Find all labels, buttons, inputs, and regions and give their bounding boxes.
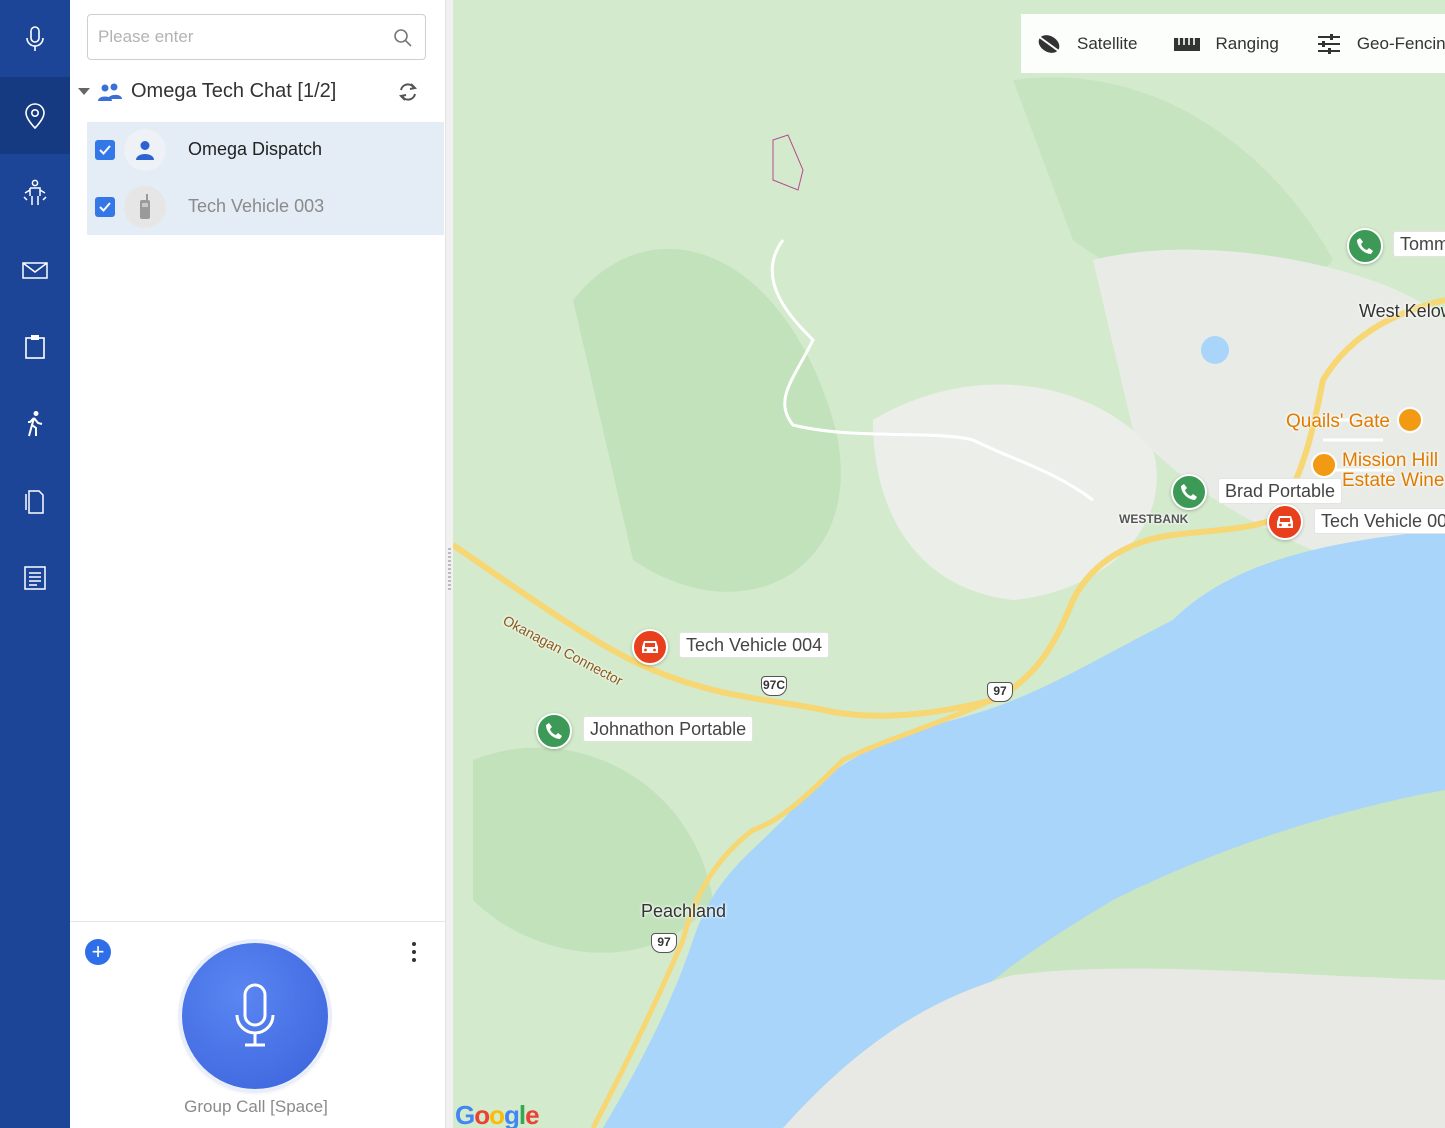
add-button[interactable]: + <box>85 939 111 965</box>
satellite-button[interactable]: Satellite <box>1035 14 1137 73</box>
envelope-icon <box>22 261 48 279</box>
geofencing-button[interactable]: Geo-Fencing <box>1315 14 1445 73</box>
member-list: Omega Dispatch Tech Vehicle 003 <box>87 122 444 235</box>
location-pin-icon <box>25 102 45 129</box>
refresh-icon[interactable] <box>396 80 420 104</box>
avatar <box>124 129 166 171</box>
nav-patrol[interactable] <box>0 385 70 462</box>
search-icon[interactable] <box>393 28 413 48</box>
car-icon <box>642 641 658 653</box>
phone-marker[interactable] <box>1171 474 1207 510</box>
marker-label[interactable]: Tomm <box>1393 231 1445 257</box>
ruler-icon <box>1174 37 1201 51</box>
phone-marker[interactable] <box>1347 228 1383 264</box>
winery-icon <box>1397 407 1423 433</box>
marker-label[interactable]: Johnathon Portable <box>583 716 754 742</box>
document-icon <box>25 489 44 514</box>
microphone-icon <box>26 25 44 51</box>
check-icon <box>99 145 111 155</box>
google-logo: Google <box>455 1100 540 1128</box>
nav-logs[interactable] <box>0 539 70 616</box>
clipboard-icon <box>25 334 45 359</box>
highway-shield: 97 <box>651 933 677 953</box>
map-base <box>453 0 1445 1128</box>
place-label: West Kelow <box>1359 301 1445 321</box>
phone-icon <box>1357 238 1373 254</box>
poi-label: Mission Hill Estate Wine <box>1342 450 1445 491</box>
sliders-icon <box>1317 33 1340 54</box>
radio-icon <box>140 194 150 219</box>
plus-icon: + <box>91 939 105 964</box>
car-icon <box>1277 516 1293 528</box>
divider <box>70 921 446 922</box>
avatar <box>124 186 166 228</box>
member-name: Omega Dispatch <box>188 139 323 159</box>
list-item[interactable]: Omega Dispatch <box>87 122 444 178</box>
vehicle-marker[interactable] <box>1267 504 1303 540</box>
phone-marker[interactable] <box>536 713 572 749</box>
map-view[interactable]: Satellite Ranging Geo-Fencing West Kelow… <box>453 0 1445 1128</box>
contacts-panel: Omega Tech Chat [1/2] Omega Dispatch Tec… <box>70 0 446 1128</box>
walking-person-icon <box>28 410 43 436</box>
report-icon <box>24 565 46 590</box>
group-name: Omega Tech Chat [1/2] <box>131 80 337 102</box>
push-to-talk-button[interactable] <box>182 943 328 1089</box>
marker-label[interactable]: Tech Vehicle 00 <box>1314 508 1445 534</box>
more-options-icon[interactable] <box>406 940 422 964</box>
place-label: WESTBANK <box>1119 512 1189 526</box>
member-checkbox[interactable] <box>95 197 115 217</box>
member-name: Tech Vehicle 003 <box>188 196 325 216</box>
poi-label: Quails' Gate <box>1286 411 1390 432</box>
winery-icon <box>1311 452 1337 478</box>
satellite-label: Satellite <box>1077 33 1138 53</box>
person-alert-icon <box>23 179 47 205</box>
ranging-button[interactable]: Ranging <box>1173 14 1279 73</box>
place-label: Peachland <box>641 901 727 921</box>
highway-shield: 97C <box>761 676 787 696</box>
marker-label[interactable]: Brad Portable <box>1218 478 1343 504</box>
group-count: [1/2] <box>297 80 337 102</box>
nav-messages[interactable] <box>0 231 70 308</box>
collapse-caret-icon[interactable] <box>78 88 90 95</box>
check-icon <box>99 202 111 212</box>
search-input[interactable] <box>88 15 388 59</box>
splitter-grip[interactable] <box>448 548 451 590</box>
map-toolbar: Satellite Ranging Geo-Fencing <box>1021 14 1445 73</box>
marker-label[interactable]: Tech Vehicle 004 <box>679 632 830 658</box>
satellite-icon <box>1037 34 1061 53</box>
app-window: Omega Tech Chat [1/2] Omega Dispatch Tec… <box>0 0 1445 1128</box>
nav-map[interactable] <box>0 77 70 154</box>
user-icon <box>136 141 154 160</box>
geofencing-label: Geo-Fencing <box>1356 33 1445 53</box>
phone-icon <box>546 723 562 739</box>
highway-shield: 97 <box>987 682 1013 702</box>
nav-files[interactable] <box>0 462 70 539</box>
ranging-label: Ranging <box>1215 33 1279 53</box>
nav-rail <box>0 0 70 1128</box>
member-checkbox[interactable] <box>95 140 115 160</box>
vehicle-marker[interactable] <box>632 629 668 665</box>
phone-icon <box>1181 484 1197 500</box>
nav-tasks[interactable] <box>0 308 70 385</box>
microphone-icon <box>235 983 275 1047</box>
nav-sos[interactable] <box>0 154 70 231</box>
search-box <box>87 14 426 60</box>
panel-splitter[interactable] <box>446 0 453 1128</box>
nav-voice[interactable] <box>0 0 70 77</box>
group-icon <box>98 83 122 101</box>
list-item[interactable]: Tech Vehicle 003 <box>87 179 444 235</box>
group-row[interactable]: Omega Tech Chat [1/2] <box>70 74 446 110</box>
ptt-label: Group Call [Space] <box>184 1097 328 1116</box>
